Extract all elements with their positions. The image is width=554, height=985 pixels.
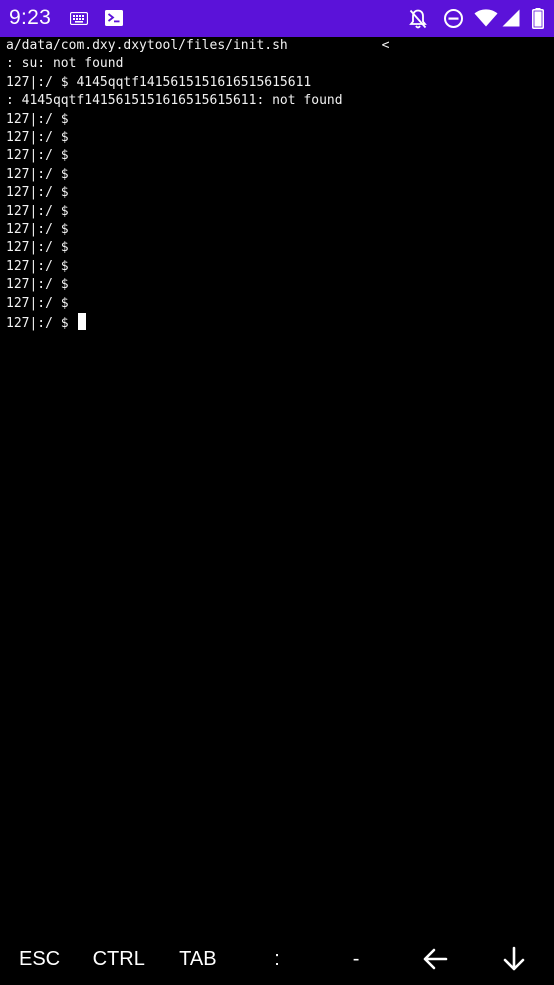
terminal-line: 127|:/ $: [6, 185, 69, 201]
terminal-view[interactable]: a/data/com.dxy.dxytool/files/init.sh < :…: [0, 37, 554, 937]
down-arrow-key[interactable]: [475, 937, 554, 981]
terminal-icon: [105, 10, 123, 32]
terminal-line: 127|:/ $: [6, 166, 69, 182]
arrow-down-icon: [502, 946, 526, 972]
terminal-line: 127|:/ $: [6, 222, 69, 237]
notifications-off-icon: [408, 8, 428, 30]
terminal-line: 127|:/ $: [6, 130, 69, 145]
terminal-line: 127|:/ $: [6, 203, 69, 219]
tab-key[interactable]: TAB: [158, 937, 237, 981]
left-arrow-key[interactable]: [396, 937, 475, 981]
terminal-line: 127|:/ $: [6, 240, 69, 256]
wifi-icon: [474, 9, 498, 31]
terminal-line: 127|:/ $: [6, 258, 69, 274]
prompt-text: 127|:/ $: [6, 316, 77, 331]
terminal-line: 127|:/ $: [6, 111, 69, 127]
esc-key[interactable]: ESC: [0, 937, 79, 981]
terminal-prompt-line[interactable]: 127|:/ $: [6, 313, 87, 331]
colon-key[interactable]: :: [237, 937, 316, 981]
text-cursor: [78, 313, 87, 330]
dash-key[interactable]: -: [317, 937, 396, 981]
keyboard-icon: [70, 12, 88, 34]
status-time: 9:23: [9, 6, 52, 29]
terminal-line: : su: not found: [6, 56, 124, 72]
terminal-line: : 4145qqtf1415615151616515615611: not fo…: [6, 93, 343, 109]
do-not-disturb-icon: [443, 8, 464, 30]
terminal-line: 127|:/ $ 4145qqtf1415615151616515615611: [6, 74, 312, 90]
terminal-line: 127|:/ $: [6, 277, 69, 293]
extra-keys-bar: ESC CTRL TAB : -: [0, 937, 554, 985]
arrow-left-icon: [422, 947, 448, 971]
ctrl-key[interactable]: CTRL: [79, 937, 158, 981]
terminal-line: 127|:/ $: [6, 148, 69, 164]
terminal-line: 127|:/ $: [6, 295, 69, 311]
battery-icon: [532, 8, 544, 30]
terminal-line: a/data/com.dxy.dxytool/files/init.sh <: [6, 38, 390, 53]
cellular-signal-icon: [502, 9, 520, 31]
status-bar: 9:23: [0, 0, 554, 37]
